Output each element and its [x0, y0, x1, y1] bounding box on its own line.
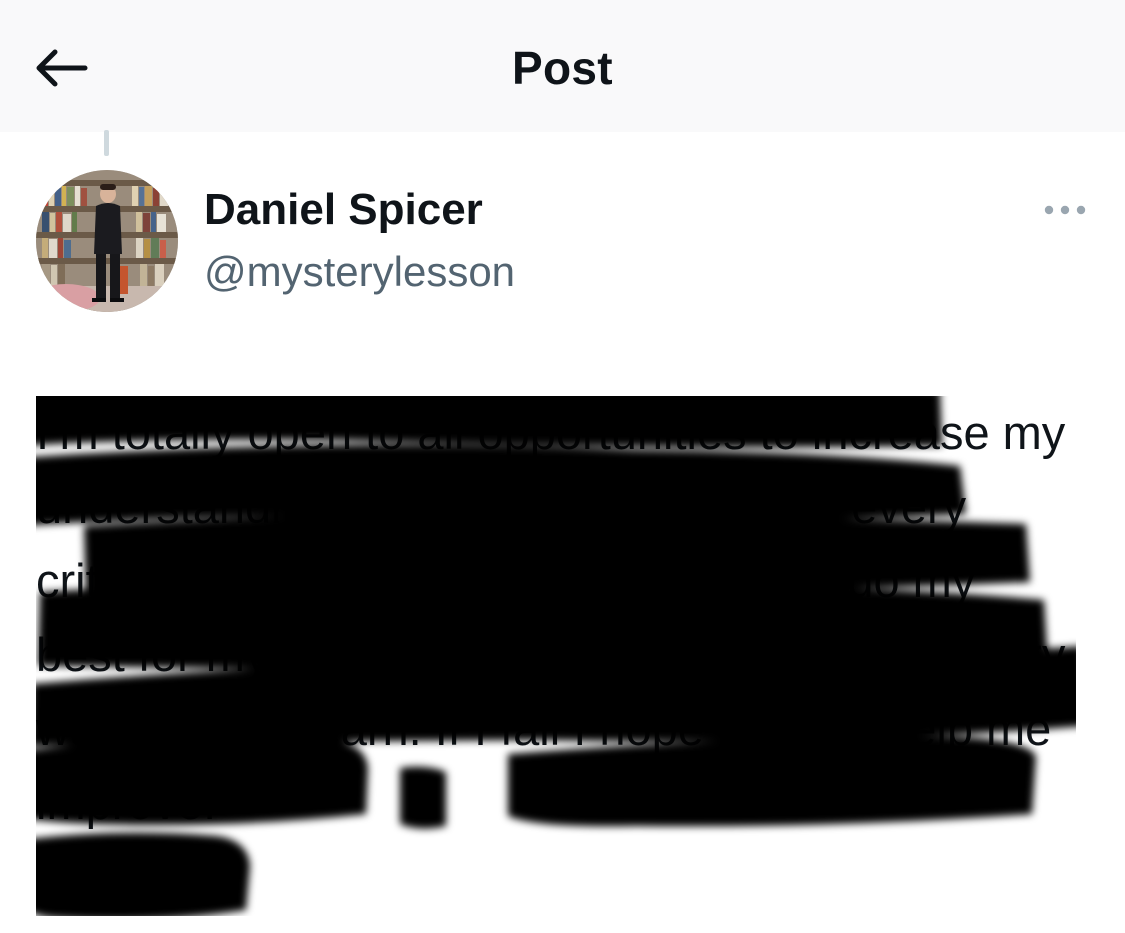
post-text: I’m totally open to all opportunities to… — [36, 406, 1066, 829]
post-body: I’m totally open to all opportunities to… — [36, 396, 1076, 916]
avatar-photo — [36, 170, 178, 312]
more-options-button[interactable] — [1035, 193, 1095, 227]
author-handle[interactable]: @mysterylesson — [204, 246, 515, 298]
author-name[interactable]: Daniel Spicer — [204, 183, 483, 237]
thread-connector-line — [104, 130, 109, 156]
top-bar: Post — [0, 0, 1125, 132]
page-title: Post — [512, 42, 613, 94]
more-horizontal-icon — [1044, 205, 1086, 215]
avatar[interactable] — [36, 170, 178, 312]
